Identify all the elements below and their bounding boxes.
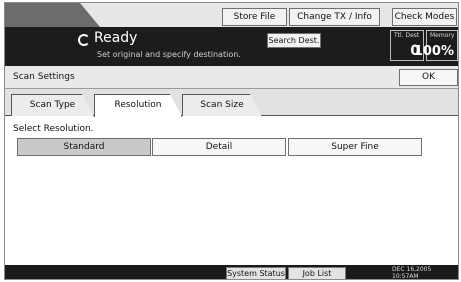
- resolution-standard-button[interactable]: Standard: [17, 138, 151, 156]
- job-list-button[interactable]: Job List: [288, 267, 346, 279]
- resolution-panel: Select Resolution. Standard Detail Super…: [5, 117, 458, 267]
- date-text: DEC 16,2005: [392, 266, 432, 273]
- check-modes-button[interactable]: Check Modes: [392, 8, 457, 26]
- system-status-button[interactable]: System Status: [226, 267, 286, 279]
- tab-scan-type[interactable]: Scan Type: [11, 94, 94, 116]
- status-subtitle: Set original and specify destination.: [97, 50, 241, 59]
- tab-resolution[interactable]: Resolution: [94, 94, 182, 117]
- status-title: Ready: [94, 30, 138, 46]
- store-file-button[interactable]: Store File: [222, 8, 287, 26]
- change-tx-info-button[interactable]: Change TX / Info: [289, 8, 380, 26]
- time-text: 10:57AM: [392, 273, 419, 280]
- memory-counter: Memory 100%: [414, 30, 458, 61]
- search-dest-button[interactable]: Search Dest.: [267, 33, 321, 48]
- tab-scan-size[interactable]: Scan Size: [182, 94, 262, 116]
- footer-bar: System Status Job List DEC 16,2005 10:57…: [5, 265, 458, 280]
- total-destination-label: Ttl. Dest: [394, 32, 420, 39]
- resolution-detail-button[interactable]: Detail: [152, 138, 286, 156]
- settings-tabs: Scan Type Resolution Scan Size: [5, 89, 458, 116]
- memory-value: 100%: [413, 44, 454, 59]
- ready-icon: [78, 34, 90, 46]
- scan-settings-bar: Scan Settings OK: [5, 66, 458, 89]
- resolution-super-fine-button[interactable]: Super Fine: [288, 138, 422, 156]
- memory-label: Memory: [430, 32, 455, 39]
- date-time: DEC 16,2005 10:57AM: [392, 266, 432, 280]
- scanner-panel: Store File Change TX / Info Check Modes …: [4, 2, 459, 280]
- ok-button[interactable]: OK: [399, 69, 458, 86]
- scan-settings-title: Scan Settings: [13, 72, 75, 82]
- select-resolution-label: Select Resolution.: [13, 124, 94, 134]
